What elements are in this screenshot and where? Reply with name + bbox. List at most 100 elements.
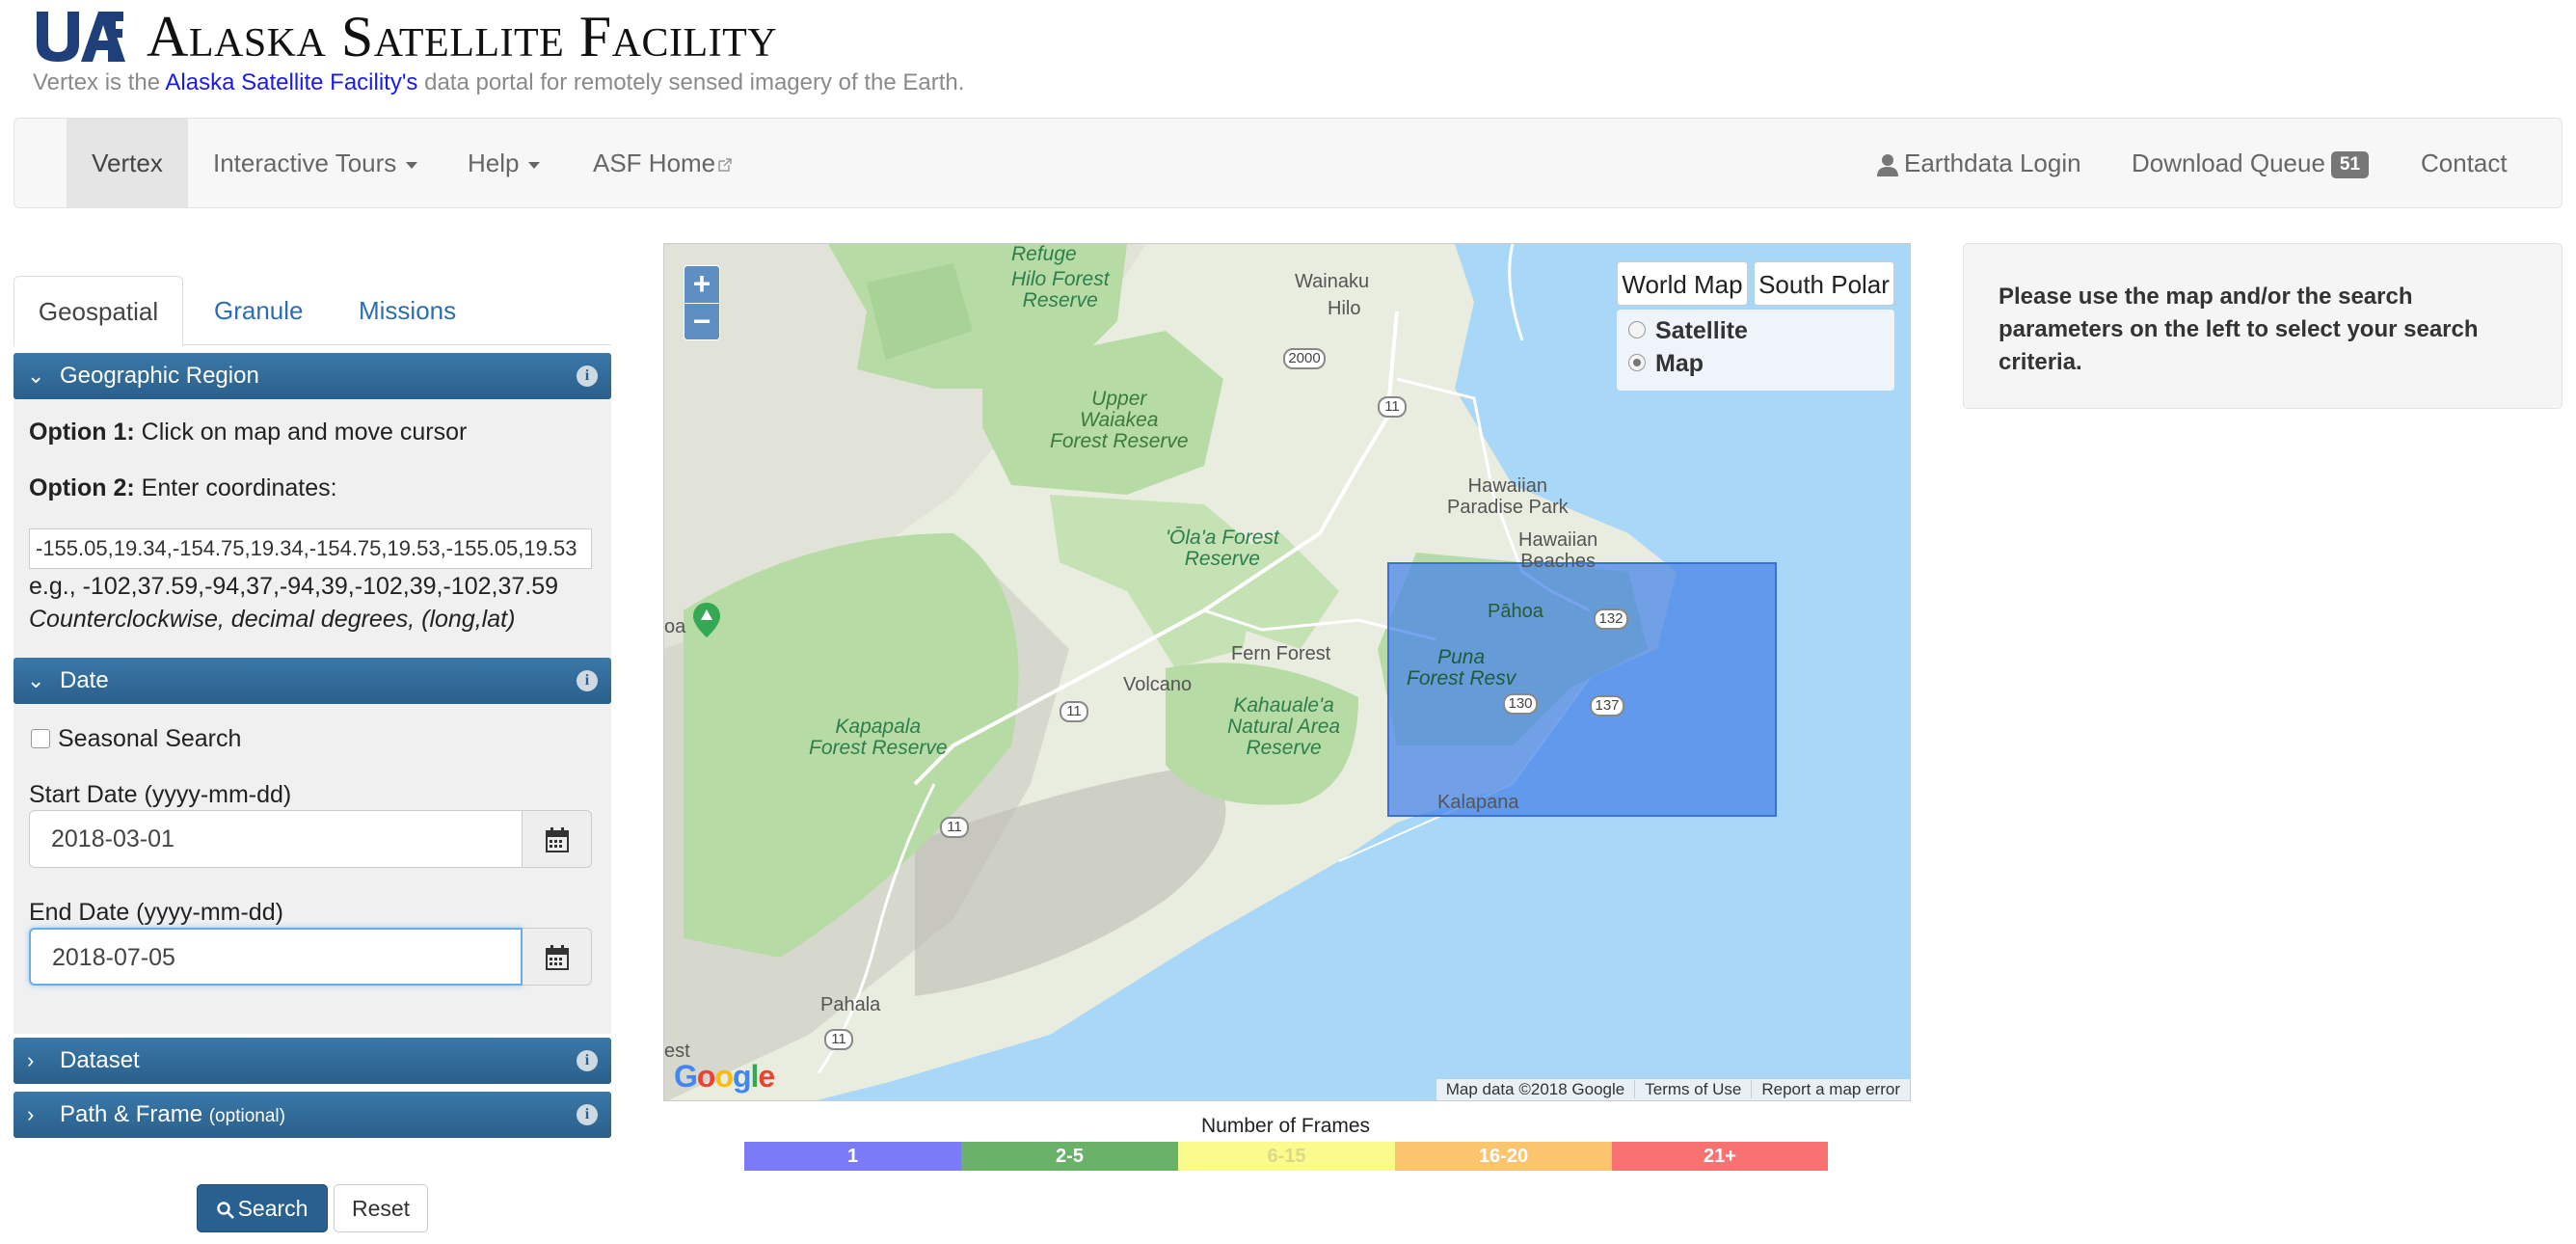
tab-granule[interactable]: Granule [214,276,304,345]
nav-earthdata-login[interactable]: Earthdata Login [1877,119,2081,207]
nav-contact[interactable]: Contact [2421,119,2508,207]
nav-interactive-tours[interactable]: Interactive Tours [213,119,418,207]
seasonal-search-checkbox[interactable] [31,729,50,748]
option-1-desc: Click on map and move cursor [134,419,468,446]
path-frame-header[interactable]: › Path & Frame (optional) i [13,1092,611,1138]
search-icon [216,1202,234,1219]
option-1-label: Option 1: [29,419,135,446]
search-button-label: Search [237,1196,309,1221]
calendar-icon [546,945,569,970]
legend-item-2-5: 2-5 [961,1142,1178,1171]
tagline-suffix: data portal for remotely sensed imagery … [417,69,965,95]
road-shield-2000: 2000 [1283,348,1326,369]
road-shield-11: 11 [1060,701,1088,722]
road-shield-137: 137 [1590,695,1624,717]
map-label: Map [1655,350,1704,377]
end-date-input[interactable]: 2018-07-05 [29,928,523,986]
dataset-title: Dataset [60,1047,140,1073]
option-2-label: Option 2: [29,474,135,501]
map-layer-options: Satellite Map [1617,310,1894,391]
legend-item-6-15: 6-15 [1178,1142,1395,1171]
south-polar-button[interactable]: South Polar [1754,261,1894,306]
path-frame-optional: (optional) [208,1106,285,1126]
start-date-input[interactable]: 2018-03-01 [29,810,523,868]
instructions-text: Please use the map and/or the search par… [1999,284,2479,375]
google-logo[interactable]: Google [674,1059,775,1095]
queue-count-badge: 51 [2330,151,2370,179]
tab-geospatial[interactable]: Geospatial [13,276,183,346]
legend-item-16-20: 16-20 [1395,1142,1612,1171]
map-label-hawaiian-paradise: Hawaiian Paradise Park [1447,475,1569,518]
nav-vertex[interactable]: Vertex [67,119,188,207]
road-shield-132: 132 [1594,608,1628,630]
info-icon[interactable]: i [577,670,598,691]
search-type-tabs: Geospatial Granule Missions [13,276,611,346]
calendar-icon [546,827,569,852]
map-label-olaa: 'Ōla'a Forest Reserve [1166,527,1279,570]
road-shield-130: 130 [1503,693,1538,715]
start-date-calendar-button[interactable] [523,810,592,868]
map-label-fern-forest: Fern Forest [1231,643,1331,664]
tagline: Vertex is the Alaska Satellite Facility'… [33,69,964,96]
dataset-header[interactable]: › Dataset i [13,1038,611,1084]
park-marker-icon[interactable] [693,603,720,637]
chevron-down-icon: ⌄ [27,364,45,388]
geographic-region-header[interactable]: ⌄ Geographic Region i [13,353,611,399]
map-label-kahauale: Kahauale'a Natural Area Reserve [1227,694,1341,759]
world-map-button[interactable]: World Map [1617,261,1748,306]
info-icon[interactable]: i [577,1050,598,1071]
map-label-hawaiian-beaches: Hawaiian Beaches [1518,529,1598,572]
legend-item-1: 1 [744,1142,961,1171]
asf-link[interactable]: Alaska Satellite Facility's [165,69,417,95]
site-title: Alaska Satellite Facility [147,5,778,68]
end-date-calendar-button[interactable] [523,928,592,986]
info-icon[interactable]: i [577,365,598,387]
nav-tours-label: Interactive Tours [213,149,397,177]
user-icon [1877,154,1898,177]
date-header[interactable]: ⌄ Date i [13,658,611,704]
road-shield-11: 11 [824,1029,853,1050]
nav-queue-label: Download Queue [2132,149,2325,177]
map-label-hilo: Hilo [1328,298,1361,319]
satellite-label: Satellite [1655,317,1748,344]
coordinates-hint: Counterclockwise, decimal degrees, (long… [29,606,516,633]
info-icon[interactable]: i [577,1104,598,1125]
seasonal-search-label: Seasonal Search [58,725,242,752]
legend-item-21-plus: 21+ [1612,1142,1828,1171]
satellite-radio[interactable] [1628,321,1646,338]
terms-of-use-link[interactable]: Terms of Use [1634,1080,1752,1098]
nav-download-queue[interactable]: Download Queue 51 [2132,119,2370,207]
map-attribution: Map data ©2018 Google Terms of Use Report … [1436,1079,1910,1100]
tab-missions[interactable]: Missions [359,276,456,345]
road-shield-11: 11 [1378,396,1407,418]
map-label-pahoa: Pāhoa [1488,601,1543,622]
site-header: Alaska Satellite Facility Vertex is the … [33,2,2539,110]
road-shield-11: 11 [940,817,969,838]
search-button[interactable]: Search [197,1184,328,1232]
option-1-text: Option 1: Click on map and move cursor [29,419,467,446]
chevron-right-icon: › [27,1102,35,1126]
reset-button[interactable]: Reset [334,1184,428,1232]
end-date-label: End Date (yyyy-mm-dd) [29,899,283,926]
option-2-text: Option 2: Enter coordinates: [29,474,337,502]
instructions-panel: Please use the map and/or the search par… [1963,243,2563,409]
external-link-icon [718,158,732,172]
option-2-desc: Enter coordinates: [134,474,337,501]
uaf-logo[interactable] [33,8,131,64]
coordinates-input[interactable]: -155.05,19.34,-154.75,19.34,-154.75,19.5… [29,528,592,569]
chevron-down-icon [528,161,541,169]
date-title: Date [60,667,109,693]
nav-asf-home[interactable]: ASF Home [593,119,732,207]
map-label-upper-waiakea: Upper Waiakea Forest Reserve [1050,388,1189,452]
nav-help[interactable]: Help [468,119,541,207]
path-frame-title: Path & Frame (optional) [60,1092,285,1140]
geographic-region-title: Geographic Region [60,363,259,389]
nav-asf-home-label: ASF Home [593,149,716,177]
zoom-in-button[interactable]: + [684,266,719,303]
report-map-error-link[interactable]: Report a map error [1751,1080,1910,1098]
map-label-pahala: Pahala [820,994,881,1015]
map-view[interactable]: Refuge Hilo Forest Reserve Wainaku Hilo … [663,243,1911,1101]
zoom-out-button[interactable]: − [684,304,719,340]
map-radio[interactable] [1628,354,1646,371]
search-area-rectangle[interactable] [1387,562,1777,817]
